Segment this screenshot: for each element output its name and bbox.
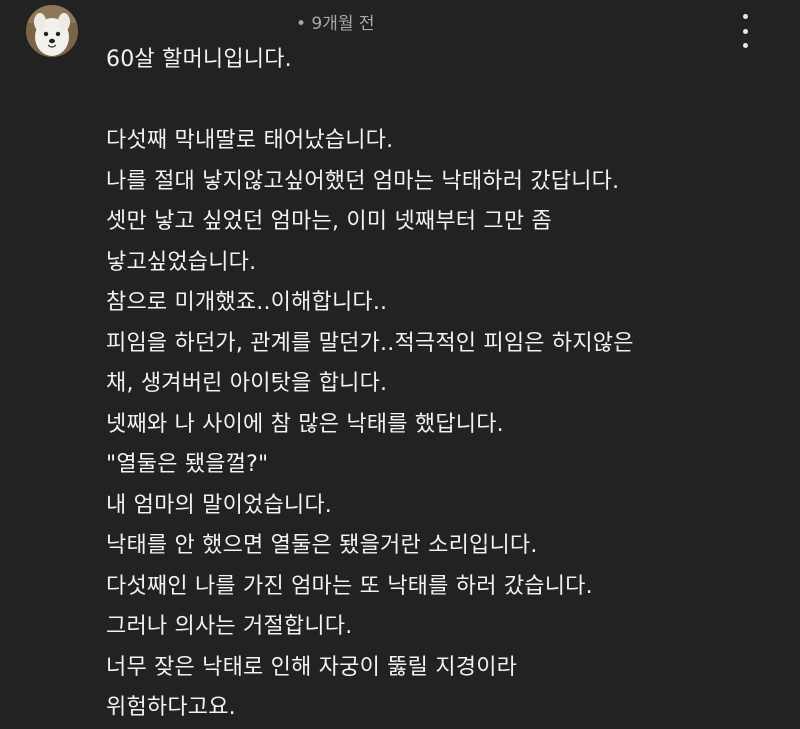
- comment-line: 내 엄마의 말이었습니다.: [106, 492, 332, 518]
- comment-line: 낙태를 안 했으면 열둘은 됐을거란 소리입니다.: [106, 533, 538, 558]
- comment-line: 피임을 하던가, 관계를 말던가..적극적인 피임은 하지않은: [106, 330, 634, 356]
- avatar[interactable]: [26, 5, 78, 57]
- comment-line: "열둘은 됐을껄?": [106, 452, 269, 477]
- comment-line: 넷째와 나 사이에 참 많은 낙태를 했답니다.: [106, 411, 504, 437]
- comment-line: 나를 절대 낳지않고싶어했던 엄마는 낙태하러 갔답니다.: [106, 168, 620, 194]
- comment-line: 다섯째 막내딸로 태어났습니다.: [106, 128, 394, 153]
- comment-line: 60살 할머니입니다.: [106, 47, 292, 72]
- kebab-dot: [742, 14, 748, 19]
- comment-line: 셋만 낳고 싶었던 엄마는, 이미 넷째부터 그만 좀: [106, 209, 552, 234]
- comment-line: 채, 생겨버린 아이탓을 합니다.: [106, 371, 388, 396]
- comment-line: 그러나 의사는 거절합니다.: [106, 614, 353, 639]
- comment-line: 참으로 미개했죠..이해합니다..: [106, 290, 388, 315]
- comment-line: 낳고싶었습니다.: [106, 249, 257, 275]
- comment-text: 60살 할머니입니다. 다섯째 막내딸로 태어났습니다. 나를 절대 낳지않고싶…: [106, 40, 786, 729]
- comment-line: [106, 81, 786, 122]
- comment-line: 위험하다고요.: [106, 695, 236, 720]
- comment-timestamp: • 9개월 전: [296, 14, 375, 34]
- samoyed-dog-avatar-icon: [26, 5, 78, 57]
- kebab-dot: [742, 28, 748, 34]
- comment-line: 다섯째인 나를 가진 엄마는 또 낙태를 하러 갔습니다.: [106, 573, 593, 599]
- comment-line: 너무 잦은 낙태로 인해 자궁이 뚫릴 지경이라: [106, 654, 518, 680]
